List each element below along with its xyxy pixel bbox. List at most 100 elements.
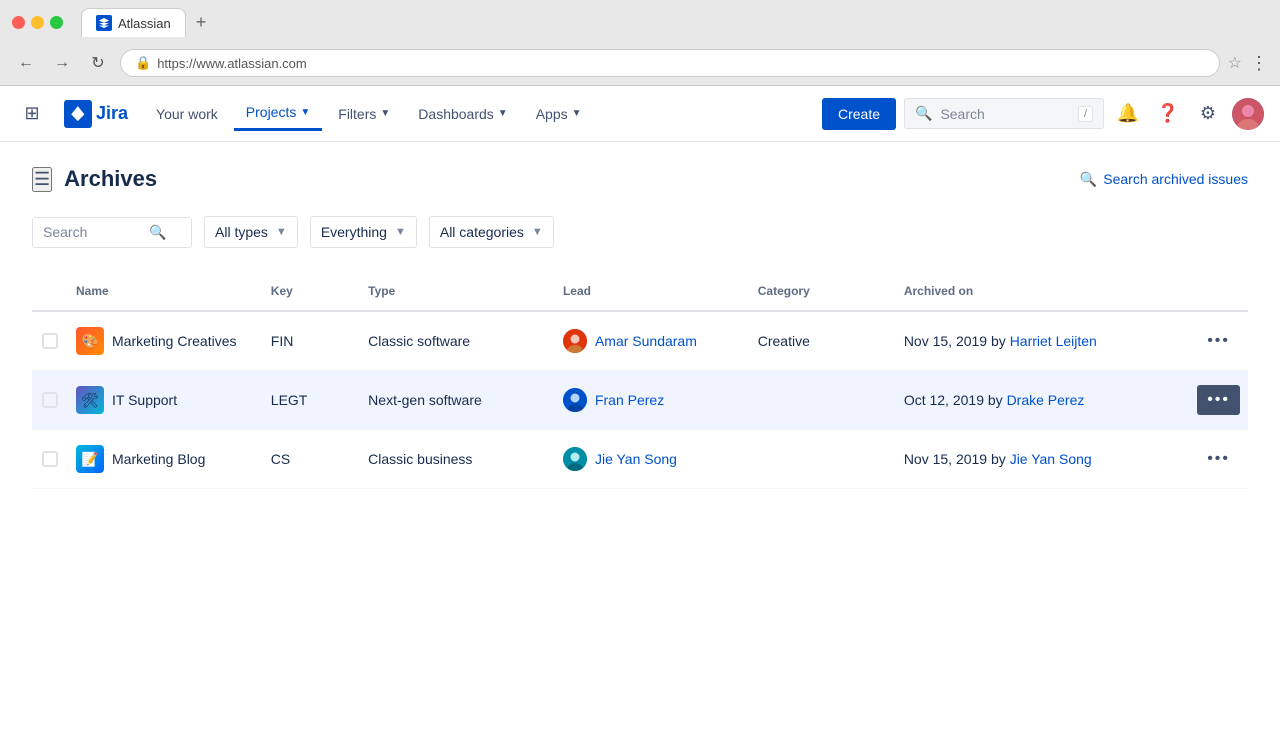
row-2-checkbox[interactable] xyxy=(42,392,58,408)
row-2-project-name: IT Support xyxy=(112,392,177,408)
row-3-project-icon: 📝 xyxy=(76,445,104,473)
search-input[interactable] xyxy=(43,224,143,240)
tab-icon xyxy=(96,15,112,31)
row-2-checkbox-cell xyxy=(32,388,68,412)
row-2-archived-date: Oct 12, 2019 xyxy=(904,392,984,408)
app-switcher-button[interactable]: ⊞ xyxy=(16,98,48,130)
row-1-lead-cell: Amar Sundaram xyxy=(555,325,750,357)
bookmark-button[interactable]: ☆ xyxy=(1228,53,1242,73)
row-3-more-button[interactable]: ••• xyxy=(1197,444,1240,474)
nav-your-work[interactable]: Your work xyxy=(144,98,230,130)
settings-button[interactable]: ⚙ xyxy=(1192,98,1224,130)
page-title: Archives xyxy=(64,166,157,192)
row-2-by-text: by xyxy=(988,392,1007,408)
filters-row: 🔍 All types ▼ Everything ▼ All categorie… xyxy=(32,216,1248,248)
row-1-key: FIN xyxy=(263,329,360,353)
row-it-support: 🛠 IT Support LEGT Next-gen software Fran… xyxy=(32,371,1248,429)
nav-apps[interactable]: Apps ▼ xyxy=(524,98,594,130)
notifications-button[interactable]: 🔔 xyxy=(1112,98,1144,130)
search-archived-icon: 🔍 xyxy=(1080,171,1097,188)
browser-menu-button[interactable]: ⋮ xyxy=(1250,53,1268,74)
table-row: 📝 Marketing Blog CS Classic business Jie… xyxy=(32,430,1248,489)
actions-header xyxy=(1188,280,1248,302)
maximize-dot[interactable] xyxy=(50,16,63,29)
row-1-project-icon: 🎨 xyxy=(76,327,104,355)
all-types-label: All types xyxy=(215,224,268,240)
header-right: Create 🔍 Search / 🔔 ❓ ⚙ xyxy=(822,98,1264,130)
row-2-project-icon: 🛠 xyxy=(76,386,104,414)
search-icon: 🔍 xyxy=(915,105,932,122)
row-3-lead-cell: Jie Yan Song xyxy=(555,443,750,475)
row-marketing-blog: 📝 Marketing Blog CS Classic business Jie… xyxy=(32,430,1248,488)
row-marketing-creatives: 🎨 Marketing Creatives FIN Classic softwa… xyxy=(32,312,1248,370)
row-3-type: Classic business xyxy=(360,447,555,471)
filters-chevron-icon: ▼ xyxy=(380,108,390,119)
address-bar[interactable]: 🔒 https://www.atlassian.com xyxy=(120,49,1220,77)
all-categories-chevron-icon: ▼ xyxy=(532,226,543,238)
row-1-archived-by[interactable]: Harriet Leijten xyxy=(1010,333,1097,349)
user-avatar[interactable] xyxy=(1232,98,1264,130)
jira-logo-icon xyxy=(64,100,92,128)
nav-projects[interactable]: Projects ▼ xyxy=(234,96,322,131)
row-3-archived-info: Nov 15, 2019 by Jie Yan Song xyxy=(896,447,1188,471)
all-types-filter[interactable]: All types ▼ xyxy=(204,216,298,248)
global-search-bar[interactable]: 🔍 Search / xyxy=(904,98,1104,129)
search-placeholder: Search xyxy=(940,106,1070,122)
row-3-archived-by[interactable]: Jie Yan Song xyxy=(1010,451,1092,467)
page-header: ☰ Archives 🔍 Search archived issues xyxy=(32,166,1248,192)
table-row: 🛠 IT Support LEGT Next-gen software Fran… xyxy=(32,371,1248,430)
row-2-archived-by[interactable]: Drake Perez xyxy=(1007,392,1085,408)
row-3-actions: ••• xyxy=(1188,440,1248,478)
row-2-archived-info: Oct 12, 2019 by Drake Perez xyxy=(896,388,1188,412)
row-3-lead-name[interactable]: Jie Yan Song xyxy=(595,451,677,467)
row-3-category xyxy=(750,455,896,463)
nav-filters[interactable]: Filters ▼ xyxy=(326,98,402,130)
row-1-type: Classic software xyxy=(360,329,555,353)
row-3-checkbox[interactable] xyxy=(42,451,58,467)
help-button[interactable]: ❓ xyxy=(1152,98,1184,130)
minimize-dot[interactable] xyxy=(31,16,44,29)
reload-button[interactable]: ↻ xyxy=(84,49,112,77)
row-2-type: Next-gen software xyxy=(360,388,555,412)
key-header: Key xyxy=(263,280,360,302)
close-dot[interactable] xyxy=(12,16,25,29)
projects-chevron-icon: ▼ xyxy=(300,107,310,118)
search-archived-label: Search archived issues xyxy=(1103,171,1248,187)
sidebar-toggle-button[interactable]: ☰ xyxy=(32,167,52,192)
page-content: ☰ Archives 🔍 Search archived issues 🔍 Al… xyxy=(0,142,1280,745)
all-types-chevron-icon: ▼ xyxy=(276,226,287,238)
type-header: Type xyxy=(360,280,555,302)
new-tab-button[interactable]: + xyxy=(190,12,213,33)
row-2-lead-name[interactable]: Fran Perez xyxy=(595,392,664,408)
row-2-more-button[interactable]: ••• xyxy=(1197,385,1240,415)
browser-tab[interactable]: Atlassian xyxy=(81,8,186,37)
forward-button[interactable]: → xyxy=(48,49,76,77)
everything-filter[interactable]: Everything ▼ xyxy=(310,216,417,248)
search-filter[interactable]: 🔍 xyxy=(32,217,192,248)
checkbox-header xyxy=(32,280,68,302)
row-3-checkbox-cell xyxy=(32,447,68,471)
search-archived-button[interactable]: 🔍 Search archived issues xyxy=(1080,171,1248,188)
row-2-name-cell: 🛠 IT Support xyxy=(68,382,263,418)
create-button[interactable]: Create xyxy=(822,98,896,130)
row-1-checkbox-cell xyxy=(32,329,68,353)
nav-dashboards[interactable]: Dashboards ▼ xyxy=(406,98,519,130)
everything-chevron-icon: ▼ xyxy=(395,226,406,238)
jira-logo[interactable]: Jira xyxy=(64,100,128,128)
url-text: https://www.atlassian.com xyxy=(157,56,307,71)
back-button[interactable]: ← xyxy=(12,49,40,77)
row-3-by-text: by xyxy=(991,451,1010,467)
row-3-key: CS xyxy=(263,447,360,471)
table-row: 🎨 Marketing Creatives FIN Classic softwa… xyxy=(32,312,1248,371)
all-categories-filter[interactable]: All categories ▼ xyxy=(429,216,554,248)
row-1-more-button[interactable]: ••• xyxy=(1197,326,1240,356)
row-1-checkbox[interactable] xyxy=(42,333,58,349)
lead-header: Lead xyxy=(555,280,750,302)
row-3-lead-avatar xyxy=(563,447,587,471)
row-1-lead-name[interactable]: Amar Sundaram xyxy=(595,333,697,349)
jira-logo-text: Jira xyxy=(96,103,128,124)
row-2-lead-cell: Fran Perez xyxy=(555,384,750,416)
row-3-name-cell: 📝 Marketing Blog xyxy=(68,441,263,477)
category-header: Category xyxy=(750,280,896,302)
lock-icon: 🔒 xyxy=(135,55,151,71)
